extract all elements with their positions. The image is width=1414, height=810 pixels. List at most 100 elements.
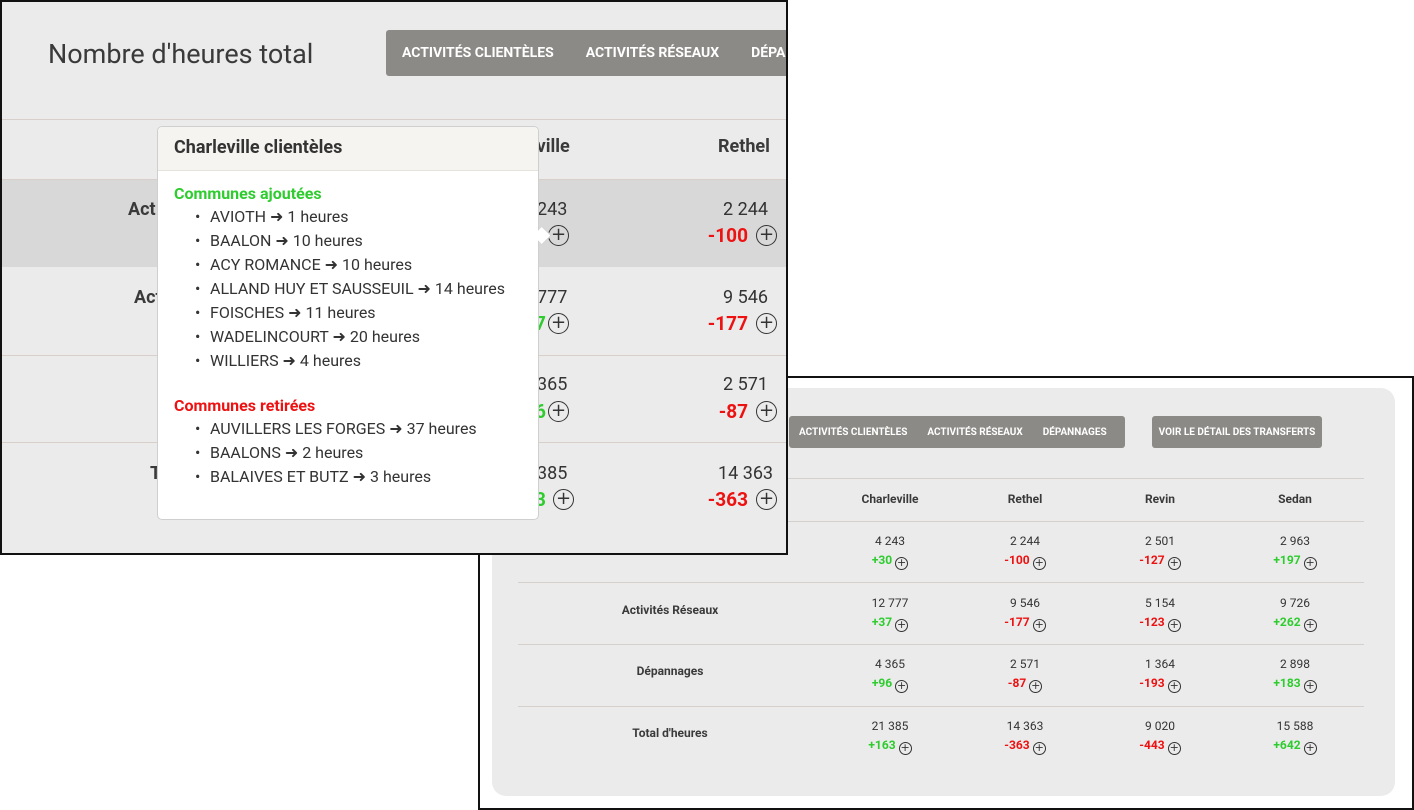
expand-plus-icon[interactable]: + <box>1029 680 1043 693</box>
table-cell: 4 365 +96 + <box>840 655 940 693</box>
cell-value: 385 <box>537 463 568 484</box>
commune-item: ACY ROMANCE ➜ 10 heures <box>195 253 505 277</box>
table-cell: 12 777 +37 + <box>840 594 940 632</box>
expand-plus-icon[interactable]: + <box>895 619 909 632</box>
expand-plus-icon[interactable]: + <box>895 557 909 570</box>
expand-plus-icon[interactable]: + <box>1303 557 1317 570</box>
removed-communes-heading: Communes retirées <box>174 396 316 415</box>
column-header-revin: Revin <box>1144 492 1176 506</box>
table-cell: 9 726 +262 + <box>1245 594 1345 632</box>
expand-plus-icon[interactable]: + <box>756 489 777 510</box>
expand-plus-icon[interactable]: + <box>895 680 909 693</box>
cell-value: 5 154 <box>1145 596 1175 610</box>
divider <box>518 706 1364 707</box>
delta-value: +197 <box>1273 553 1301 567</box>
expand-plus-icon[interactable]: + <box>1303 742 1317 755</box>
tab-activites-reseaux[interactable]: ACTIVITÉS RÉSEAUX <box>917 427 1032 438</box>
tab-activites-reseaux[interactable]: ACTIVITÉS RÉSEAUX <box>570 45 735 61</box>
cell-value: 21 385 <box>871 719 909 733</box>
tab-depannages[interactable]: DÉPANNAGES <box>1033 427 1117 438</box>
cell-value: 9 020 <box>1145 719 1175 733</box>
cell-delta-row: -177 + <box>975 613 1075 632</box>
expand-plus-icon[interactable]: + <box>756 313 777 334</box>
delta-value: -177 <box>707 312 748 335</box>
commune-item: ALLAND HUY ET SAUSSEUIL ➜ 14 heures <box>195 277 505 301</box>
delta-value: -127 <box>1139 553 1165 567</box>
page-title: Nombre d'heures total <box>48 38 314 70</box>
delta-value: -363 <box>707 488 748 511</box>
cell-value: 9 546 <box>723 287 768 308</box>
delta-value: +37 <box>871 615 893 629</box>
cell-value: 2 244 <box>723 199 768 220</box>
cell-delta-row: +183 + <box>1245 674 1345 693</box>
cell-value: 12 777 <box>871 596 909 610</box>
commune-item: BALAIVES ET BUTZ ➜ 3 heures <box>195 465 477 489</box>
expand-plus-icon[interactable]: + <box>1032 557 1046 570</box>
cell-delta-row: -363 + <box>975 736 1075 755</box>
cell-delta-row: -123 + <box>1110 613 1210 632</box>
table-cell: 2 963 +197 + <box>1245 532 1345 570</box>
transfer-detail-button[interactable]: VOIR LE DÉTAIL DES TRANSFERTS <box>1152 416 1322 448</box>
expand-plus-icon[interactable]: + <box>756 225 777 246</box>
cell-value: 4 365 <box>875 657 905 671</box>
table-cell: 5 154 -123 + <box>1110 594 1210 632</box>
added-communes-list: AVIOTH ➜ 1 heuresBAALON ➜ 10 heuresACY R… <box>195 205 505 373</box>
table-cell: 2 501 -127 + <box>1110 532 1210 570</box>
table-cell: 2 571 -87 + <box>975 655 1075 693</box>
expand-plus-icon[interactable]: + <box>756 401 777 422</box>
row-label-activites-clienteles: Act <box>128 199 156 220</box>
expand-plus-icon[interactable]: + <box>1303 680 1317 693</box>
category-tabs: ACTIVITÉS CLIENTÈLES ACTIVITÉS RÉSEAUX D… <box>789 416 1125 448</box>
delta-value: +163 <box>868 738 896 752</box>
category-tabs: ACTIVITÉS CLIENTÈLES ACTIVITÉS RÉSEAUX D… <box>386 30 786 76</box>
expand-plus-icon[interactable]: + <box>1167 680 1181 693</box>
expand-plus-icon[interactable]: + <box>1032 619 1046 632</box>
column-header-charleville: Charleville <box>861 492 919 506</box>
cell-value: 2 244 <box>1010 534 1040 548</box>
expand-plus-icon[interactable]: + <box>553 489 574 510</box>
table-cell: 2 898 +183 + <box>1245 655 1345 693</box>
expand-plus-icon[interactable]: + <box>548 313 569 334</box>
cell-value: 243 <box>537 199 568 220</box>
delta-value: +183 <box>1273 676 1301 690</box>
cell-value: 1 364 <box>1145 657 1175 671</box>
cell-delta-row: +262 + <box>1245 613 1345 632</box>
tab-depannages[interactable]: DÉPANNAGES <box>735 45 786 61</box>
expand-plus-icon[interactable]: + <box>1032 742 1046 755</box>
commune-item: AUVILLERS LES FORGES ➜ 37 heures <box>195 417 477 441</box>
column-header-rethel: Rethel <box>718 136 770 157</box>
expand-plus-icon[interactable]: + <box>1167 742 1181 755</box>
cell-value: 2 963 <box>1280 534 1310 548</box>
expand-plus-icon[interactable]: + <box>548 401 569 422</box>
row-label: Total d'heures <box>632 726 708 740</box>
cell-value: 4 243 <box>875 534 905 548</box>
cell-value: 14 363 <box>718 463 774 484</box>
front-window: Nombre d'heures total ACTIVITÉS CLIENTÈL… <box>0 0 788 555</box>
commune-item: BAALONS ➜ 2 heures <box>195 441 477 465</box>
delta-value: +642 <box>1273 738 1301 752</box>
expand-plus-icon[interactable]: + <box>1303 619 1317 632</box>
cell-delta-row: +197 + <box>1245 551 1345 570</box>
commune-item: BAALON ➜ 10 heures <box>195 229 505 253</box>
expand-plus-icon[interactable]: + <box>1167 619 1181 632</box>
cell-value: 2 571 <box>723 374 768 395</box>
delta-value: -193 <box>1139 676 1165 690</box>
commune-item: WILLIERS ➜ 4 heures <box>195 349 505 373</box>
delta-value: -87 <box>1007 676 1027 690</box>
cell-delta-row: +642 + <box>1245 736 1345 755</box>
table-cell: 9 020 -443 + <box>1110 717 1210 755</box>
cell-value: 365 <box>537 374 568 395</box>
cell-delta-row: +30 + <box>840 551 940 570</box>
divider <box>518 582 1364 583</box>
table-cell: 21 385 +163 + <box>840 717 940 755</box>
tab-activites-clienteles[interactable]: ACTIVITÉS CLIENTÈLES <box>789 427 917 438</box>
delta-value: -100 <box>707 224 748 247</box>
cell-delta-row: -443 + <box>1110 736 1210 755</box>
column-header-rethel: Rethel <box>1007 492 1043 506</box>
tab-activites-clienteles[interactable]: ACTIVITÉS CLIENTÈLES <box>386 45 570 61</box>
cell-value: 2 571 <box>1010 657 1040 671</box>
cell-delta-row: -193 + <box>1110 674 1210 693</box>
expand-plus-icon[interactable]: + <box>1167 557 1181 570</box>
divider <box>2 119 786 120</box>
expand-plus-icon[interactable]: + <box>898 742 912 755</box>
